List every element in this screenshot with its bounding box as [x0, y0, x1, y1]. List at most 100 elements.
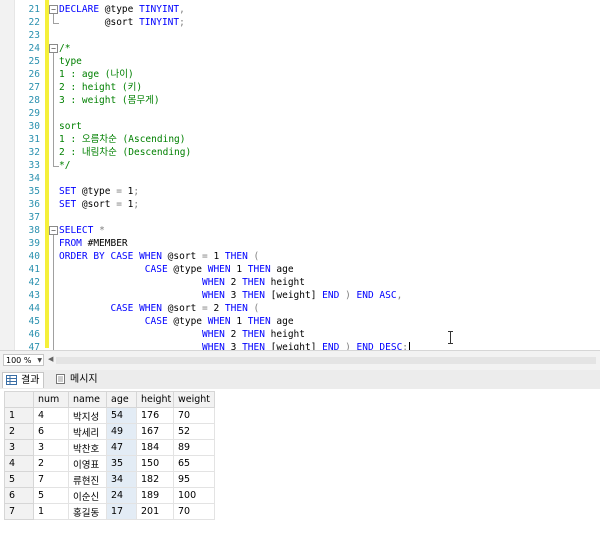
grid-cell[interactable]: 박찬호 [68, 439, 107, 456]
grid-cell[interactable]: 182 [136, 471, 174, 488]
row-number[interactable]: 3 [4, 439, 34, 456]
grid-cell[interactable]: 류현진 [68, 471, 107, 488]
column-header[interactable]: age [106, 391, 137, 408]
grid-cell[interactable]: 이순신 [68, 487, 107, 504]
row-number[interactable]: 1 [4, 407, 34, 424]
code-token: sort [59, 121, 82, 132]
collapse-region-icon[interactable]: − [49, 5, 58, 14]
grid-cell[interactable]: 150 [136, 455, 174, 472]
row-number[interactable]: 4 [4, 455, 34, 472]
code-token: ; [179, 17, 185, 28]
line-number: 46 [28, 329, 40, 340]
grid-cell[interactable]: 176 [136, 407, 174, 424]
collapse-region-icon[interactable]: − [49, 44, 58, 53]
grid-cell[interactable]: 2 [33, 455, 69, 472]
table-row[interactable]: 4 2 이영표 35 150 65 [4, 455, 215, 472]
grid-cell[interactable]: 박세리 [68, 423, 107, 440]
tab-results[interactable]: 결과 [2, 372, 45, 388]
grid-cell[interactable]: 49 [106, 423, 137, 440]
scroll-left-icon[interactable]: ◀ [48, 355, 53, 363]
code-token: ; [402, 342, 409, 350]
column-header[interactable]: num [33, 391, 69, 408]
code-token: THEN [247, 316, 271, 327]
table-row[interactable]: 5 7 류현진 34 182 95 [4, 471, 215, 488]
grid-cell[interactable]: 4 [33, 407, 69, 424]
code-line: 1 : 오름차순 (Ascending) [59, 133, 185, 146]
grid-cell[interactable]: 189 [136, 487, 174, 504]
fold-guide-end [53, 166, 59, 167]
table-row[interactable]: 6 5 이순신 24 189 100 [4, 487, 215, 504]
grid-cell[interactable]: 70 [173, 407, 215, 424]
code-token: , [396, 290, 403, 301]
code-token: 2 [224, 277, 243, 288]
results-grid[interactable]: num name age height weight 1 4 박지성 54 176 70 2 6 박세리 4… [4, 391, 215, 520]
tab-messages[interactable]: 메시지 [52, 372, 102, 387]
code-token: THEN [242, 290, 265, 301]
grid-cell[interactable]: 17 [106, 503, 137, 520]
table-row[interactable]: 2 6 박세리 49 167 52 [4, 423, 215, 440]
collapse-region-icon[interactable]: − [49, 226, 58, 235]
zoom-value: 100 % [6, 356, 32, 365]
line-number: 39 [28, 238, 40, 249]
grid-cell[interactable]: 7 [33, 471, 69, 488]
grid-cell[interactable]: 95 [173, 471, 215, 488]
row-number[interactable]: 5 [4, 471, 34, 488]
line-number: 45 [28, 316, 40, 327]
grid-cell[interactable]: 홍길동 [68, 503, 107, 520]
results-tabbar: 결과 메시지 [0, 370, 600, 390]
line-number: 40 [28, 251, 40, 262]
row-number[interactable]: 6 [4, 487, 34, 504]
code-line: CASE @type WHEN 1 THEN age [59, 315, 294, 328]
grid-cell[interactable]: 3 [33, 439, 69, 456]
column-header[interactable]: height [136, 391, 174, 408]
grid-cell[interactable]: 100 [173, 487, 215, 504]
grid-cell[interactable]: 184 [136, 439, 174, 456]
grid-cell[interactable]: 47 [106, 439, 137, 456]
grid-cell[interactable]: 54 [106, 407, 137, 424]
query-editor[interactable]: DECLARE @type TINYINT, @sort TINYINT; /* t… [0, 0, 600, 350]
line-number: 25 [28, 56, 40, 67]
row-number[interactable]: 2 [4, 423, 34, 440]
grid-cell[interactable]: 5 [33, 487, 69, 504]
code-token: @type [167, 264, 208, 275]
code-line: CASE @type WHEN 1 THEN age [59, 263, 294, 276]
table-row[interactable]: 7 1 홍길동 17 201 70 [4, 503, 215, 520]
line-number: 44 [28, 303, 40, 314]
grid-cell[interactable]: 201 [136, 503, 174, 520]
column-header[interactable]: weight [173, 391, 215, 408]
grid-cell[interactable]: 52 [173, 423, 215, 440]
horizontal-scrollbar[interactable] [56, 357, 596, 364]
code-token: FROM [59, 238, 82, 249]
grid-cell[interactable]: 이영표 [68, 455, 107, 472]
code-line: /* [59, 42, 70, 55]
code-token: 1 : age (나이) [59, 69, 134, 80]
code-line: 2 : 내림차순 (Descending) [59, 146, 191, 159]
grid-cell[interactable]: 34 [106, 471, 137, 488]
line-number: 30 [28, 121, 40, 132]
grid-cell[interactable]: 35 [106, 455, 137, 472]
code-token: THEN [224, 251, 248, 262]
grid-corner[interactable] [4, 391, 34, 408]
zoom-dropdown[interactable]: 100 % ▼ [3, 354, 44, 366]
grid-cell[interactable]: 24 [106, 487, 137, 504]
code-token: SELECT [59, 225, 94, 236]
editor-statusbar: 100 % ▼ ◀ [0, 350, 600, 370]
row-number[interactable]: 7 [4, 503, 34, 520]
line-number: 34 [28, 173, 40, 184]
grid-cell[interactable]: 1 [33, 503, 69, 520]
grid-cell[interactable]: 89 [173, 439, 215, 456]
grid-cell[interactable]: 6 [33, 423, 69, 440]
code-token: 2 [224, 329, 243, 340]
grid-cell[interactable]: 박지성 [68, 407, 107, 424]
table-row[interactable]: 1 4 박지성 54 176 70 [4, 407, 215, 424]
code-token: THEN [242, 342, 265, 350]
grid-cell[interactable]: 70 [173, 503, 215, 520]
grid-cell[interactable]: 65 [173, 455, 215, 472]
table-row[interactable]: 3 3 박찬호 47 184 89 [4, 439, 215, 456]
column-header[interactable]: name [68, 391, 107, 408]
code-token: * [99, 225, 105, 236]
grid-cell[interactable]: 167 [136, 423, 174, 440]
